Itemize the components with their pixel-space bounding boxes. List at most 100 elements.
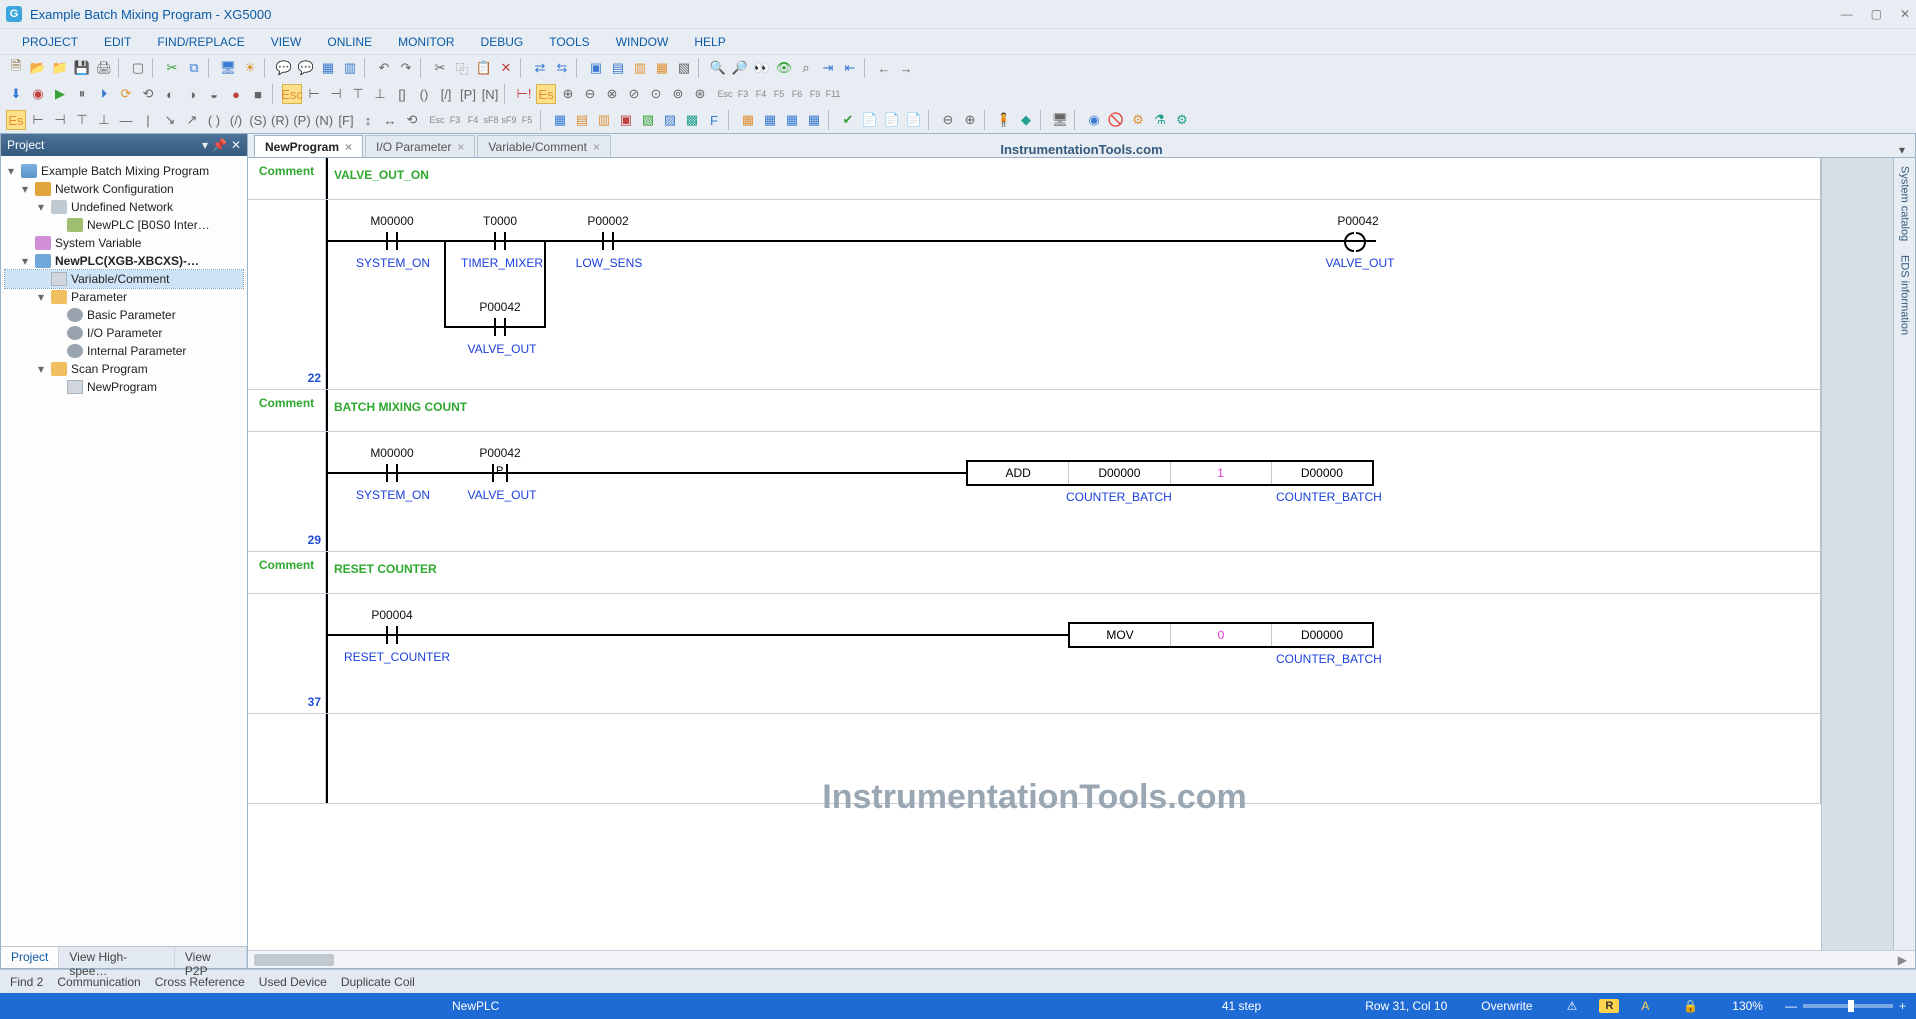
coil[interactable] <box>1344 232 1366 250</box>
menu-edit[interactable]: EDIT <box>94 33 141 51</box>
zoom-in-icon[interactable]: ⊕ <box>960 110 980 130</box>
x2-icon[interactable]: 📄 <box>860 110 880 130</box>
function-mov[interactable]: MOV 0 D00000 <box>1068 622 1374 648</box>
link2-icon[interactable]: ⇆ <box>552 58 572 78</box>
b3-icon[interactable]: ▥ <box>630 58 650 78</box>
z3-icon[interactable]: ⚙ <box>1128 110 1148 130</box>
bottom-tab-find[interactable]: Find 2 <box>10 975 43 989</box>
tree-netconf[interactable]: Network Configuration <box>55 182 174 196</box>
close-icon[interactable]: × <box>593 140 600 154</box>
ptab-highspeed[interactable]: View High-spee… <box>59 947 175 968</box>
c3-icon[interactable]: ◐ <box>160 84 180 104</box>
pause-icon[interactable]: ⏸ <box>72 84 92 104</box>
v1-icon[interactable]: ▦ <box>550 110 570 130</box>
ladder-editor[interactable]: Comment VALVE_OUT_ON 22 M00000 SYSTEM_ON <box>248 158 1821 950</box>
v7-icon[interactable]: ▩ <box>682 110 702 130</box>
tree-var-comment[interactable]: Variable/Comment <box>71 272 169 286</box>
project-tree[interactable]: ▾Example Batch Mixing Program ▾Network C… <box>1 156 247 946</box>
redo-icon[interactable]: ↷ <box>396 58 416 78</box>
lg-icon[interactable]: ⊙ <box>646 84 666 104</box>
zoom-out-icon[interactable]: ⊖ <box>938 110 958 130</box>
v4-icon[interactable]: ▣ <box>616 110 636 130</box>
y1-icon[interactable]: ◆ <box>1016 110 1036 130</box>
lh-icon[interactable]: ⊚ <box>668 84 688 104</box>
menu-tools[interactable]: TOOLS <box>539 33 599 51</box>
v5-icon[interactable]: ▧ <box>638 110 658 130</box>
tree-new-prog[interactable]: NewProgram <box>87 380 157 394</box>
tc-icon[interactable]: (R) <box>270 110 290 130</box>
l1-icon[interactable]: ⊢ <box>304 84 324 104</box>
v3-icon[interactable]: ▥ <box>594 110 614 130</box>
t4-icon[interactable]: ⊥ <box>94 110 114 130</box>
contact[interactable] <box>382 464 402 482</box>
tg-icon[interactable]: ↕ <box>358 110 378 130</box>
copy2-icon[interactable]: ⿻ <box>452 58 472 78</box>
menu-monitor[interactable]: MONITOR <box>388 33 464 51</box>
tree-io-param[interactable]: I/O Parameter <box>87 326 162 340</box>
ld-icon[interactable]: ⊖ <box>580 84 600 104</box>
tree-root[interactable]: Example Batch Mixing Program <box>41 164 209 178</box>
menu-view[interactable]: VIEW <box>261 33 312 51</box>
lf-icon[interactable]: ⊘ <box>624 84 644 104</box>
l6-icon[interactable]: () <box>414 84 434 104</box>
paste-icon[interactable]: 📋 <box>474 58 494 78</box>
l4-icon[interactable]: ⊥ <box>370 84 390 104</box>
bino4-icon[interactable]: 👁 <box>774 58 794 78</box>
w1-icon[interactable]: ▦ <box>738 110 758 130</box>
contact-pulse[interactable]: P <box>490 464 510 482</box>
v2-icon[interactable]: ▤ <box>572 110 592 130</box>
contact[interactable] <box>382 232 402 250</box>
menu-help[interactable]: HELP <box>684 33 735 51</box>
contact[interactable] <box>490 318 510 336</box>
le-icon[interactable]: ⊗ <box>602 84 622 104</box>
th-icon[interactable]: ↔ <box>380 110 400 130</box>
new-icon[interactable]: 🗎 <box>6 58 26 78</box>
x3-icon[interactable]: 📄 <box>882 110 902 130</box>
bottom-tab-used[interactable]: Used Device <box>259 975 327 989</box>
bino2-icon[interactable]: 🔎 <box>730 58 750 78</box>
dl-icon[interactable]: ⬇ <box>6 84 26 104</box>
print-icon[interactable]: 🖨 <box>94 58 114 78</box>
c-icon[interactable]: ⟳ <box>116 84 136 104</box>
t8-icon[interactable]: ↗ <box>182 110 202 130</box>
tab-ioparameter[interactable]: I/O Parameter× <box>365 135 475 157</box>
menu-find[interactable]: FIND/REPLACE <box>147 33 254 51</box>
cont-icon[interactable]: ⏵ <box>94 84 114 104</box>
l5-icon[interactable]: [] <box>392 84 412 104</box>
x4-icon[interactable]: 📄 <box>904 110 924 130</box>
stop-icon[interactable]: ◉ <box>28 84 48 104</box>
tb-icon[interactable]: (S) <box>248 110 268 130</box>
t6-icon[interactable]: | <box>138 110 158 130</box>
esc-btn[interactable]: Esc <box>282 84 302 104</box>
c2-icon[interactable]: ⟲ <box>138 84 158 104</box>
nav-next-icon[interactable]: → <box>896 58 916 78</box>
close-button[interactable]: ✕ <box>1900 7 1910 21</box>
bino3-icon[interactable]: 👀 <box>752 58 772 78</box>
t1-icon[interactable]: ⊢ <box>28 110 48 130</box>
rung-logic-37[interactable]: 37 P00004 RESET_COUNTER MOV 0 D00000 COU… <box>248 594 1821 714</box>
man-icon[interactable]: 🧍 <box>994 110 1014 130</box>
z2-icon[interactable]: 🚫 <box>1106 110 1126 130</box>
bottom-tab-xref[interactable]: Cross Reference <box>155 975 245 989</box>
open-icon[interactable]: 📂 <box>28 58 48 78</box>
close-icon[interactable]: × <box>457 140 464 154</box>
t9-icon[interactable]: ( ) <box>204 110 224 130</box>
sq-icon[interactable]: ■ <box>248 84 268 104</box>
tree-scan-prog[interactable]: Scan Program <box>71 362 148 376</box>
lb-icon[interactable]: Es <box>536 84 556 104</box>
zoom-slider[interactable]: — + <box>1785 999 1906 1013</box>
ptab-project[interactable]: Project <box>1 947 59 968</box>
t2-icon[interactable]: ⊣ <box>50 110 70 130</box>
panel-pin-icon[interactable]: 📌 <box>212 138 227 152</box>
close-icon[interactable]: × <box>345 140 352 154</box>
rung-logic-29[interactable]: 29 M00000 SYSTEM_ON P00042 P VALVE_OUT A… <box>248 432 1821 552</box>
l2-icon[interactable]: ⊣ <box>326 84 346 104</box>
v6-icon[interactable]: ▨ <box>660 110 680 130</box>
w2-icon[interactable]: ▦ <box>760 110 780 130</box>
chat-icon[interactable]: 💬 <box>274 58 294 78</box>
z4-icon[interactable]: ⚗ <box>1150 110 1170 130</box>
scroll-right-icon[interactable]: ▶ <box>1898 953 1907 967</box>
l9-icon[interactable]: [N] <box>480 84 500 104</box>
menu-window[interactable]: WINDOW <box>606 33 679 51</box>
tf-icon[interactable]: [F] <box>336 110 356 130</box>
